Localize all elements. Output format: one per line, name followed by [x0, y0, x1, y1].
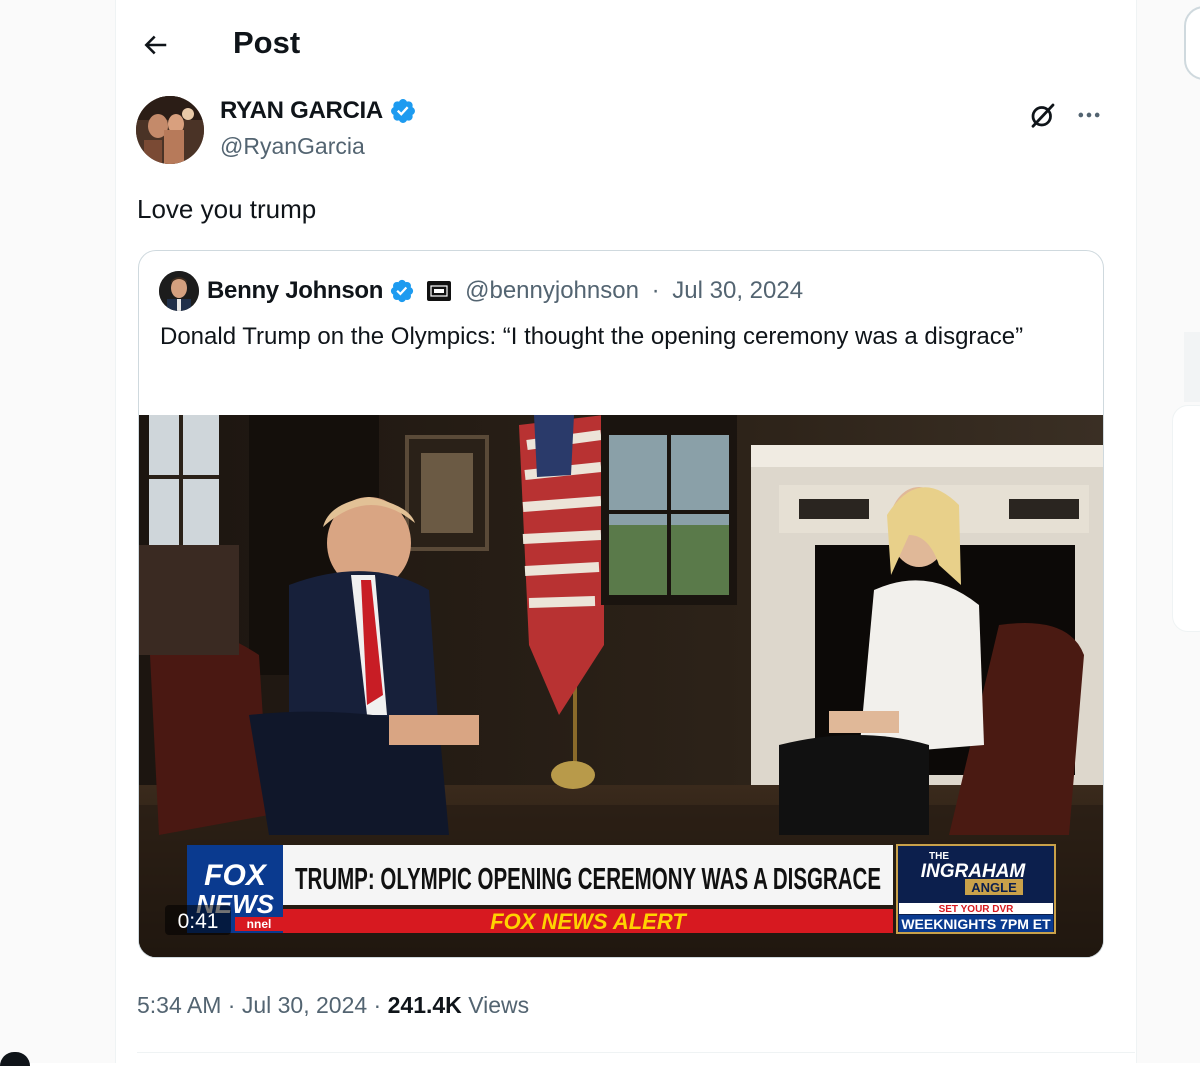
column-border-left	[115, 0, 116, 1063]
back-arrow-icon	[144, 35, 167, 55]
author-name-row[interactable]: RYAN GARCIA	[220, 97, 417, 125]
quote-avatar[interactable]	[159, 271, 199, 311]
quoted-post[interactable]: Benny Johnson @bennyjohnson · Jul 30, 20…	[138, 250, 1104, 958]
right-sidebar-tab	[1184, 332, 1200, 402]
left-gutter	[0, 0, 115, 1063]
verified-badge-icon[interactable]	[389, 97, 417, 125]
quote-header: Benny Johnson @bennyjohnson · Jul 30, 20…	[159, 271, 803, 311]
video-player[interactable]: FOX NEWS nnel TRUMP: OLYMPIC OPENING CER…	[139, 415, 1103, 957]
back-button[interactable]	[136, 26, 174, 64]
author-name[interactable]: RYAN GARCIA	[220, 97, 383, 125]
post-meta: 5:34 AM · Jul 30, 2024 · 241.4K Views	[137, 992, 530, 1018]
video-duration: 0:41	[178, 910, 219, 933]
post-date[interactable]: Jul 30, 2024	[242, 992, 367, 1018]
network-logo-line1: FOX	[204, 859, 268, 892]
verified-badge-icon[interactable]	[389, 278, 415, 304]
author-handle[interactable]: @RyanGarcia	[220, 133, 365, 160]
quote-text: Donald Trump on the Olympics: “I thought…	[160, 323, 1024, 350]
post-text: Love you trump	[137, 194, 317, 224]
divider	[137, 1052, 1135, 1053]
grok-icon	[1031, 103, 1055, 128]
video-frame: FOX NEWS nnel TRUMP: OLYMPIC OPENING CER…	[139, 415, 1103, 957]
right-sidebar-card	[1172, 405, 1200, 632]
right-search-widget[interactable]	[1184, 6, 1200, 80]
avatar[interactable]	[136, 96, 204, 164]
more-options-button[interactable]	[1072, 98, 1106, 132]
network-logo-line3: nnel	[247, 917, 272, 931]
affiliate-badge-icon[interactable]	[427, 281, 452, 301]
views-count[interactable]: 241.4K	[388, 992, 462, 1018]
quote-author-handle[interactable]: @bennyjohnson	[465, 277, 639, 305]
views-label: Views	[468, 992, 530, 1018]
quote-author-name[interactable]: Benny Johnson	[207, 277, 383, 305]
video-headline: TRUMP: OLYMPIC OPENING CEREMONY WAS A DI…	[295, 861, 881, 896]
grok-button[interactable]	[1026, 98, 1060, 132]
more-icon	[1078, 112, 1100, 118]
page-title: Post	[233, 25, 301, 60]
show-promo: SET YOUR DVR	[939, 904, 1015, 915]
show-logo-sub: ANGLE	[971, 880, 1017, 895]
show-logo-name: INGRAHAM	[921, 861, 1027, 882]
quote-date[interactable]: Jul 30, 2024	[672, 277, 803, 305]
quote-separator: ·	[644, 277, 667, 304]
post-time[interactable]: 5:34 AM	[137, 992, 221, 1018]
video-alert: FOX NEWS ALERT	[490, 909, 687, 934]
show-schedule: WEEKNIGHTS 7PM ET	[901, 916, 1051, 932]
